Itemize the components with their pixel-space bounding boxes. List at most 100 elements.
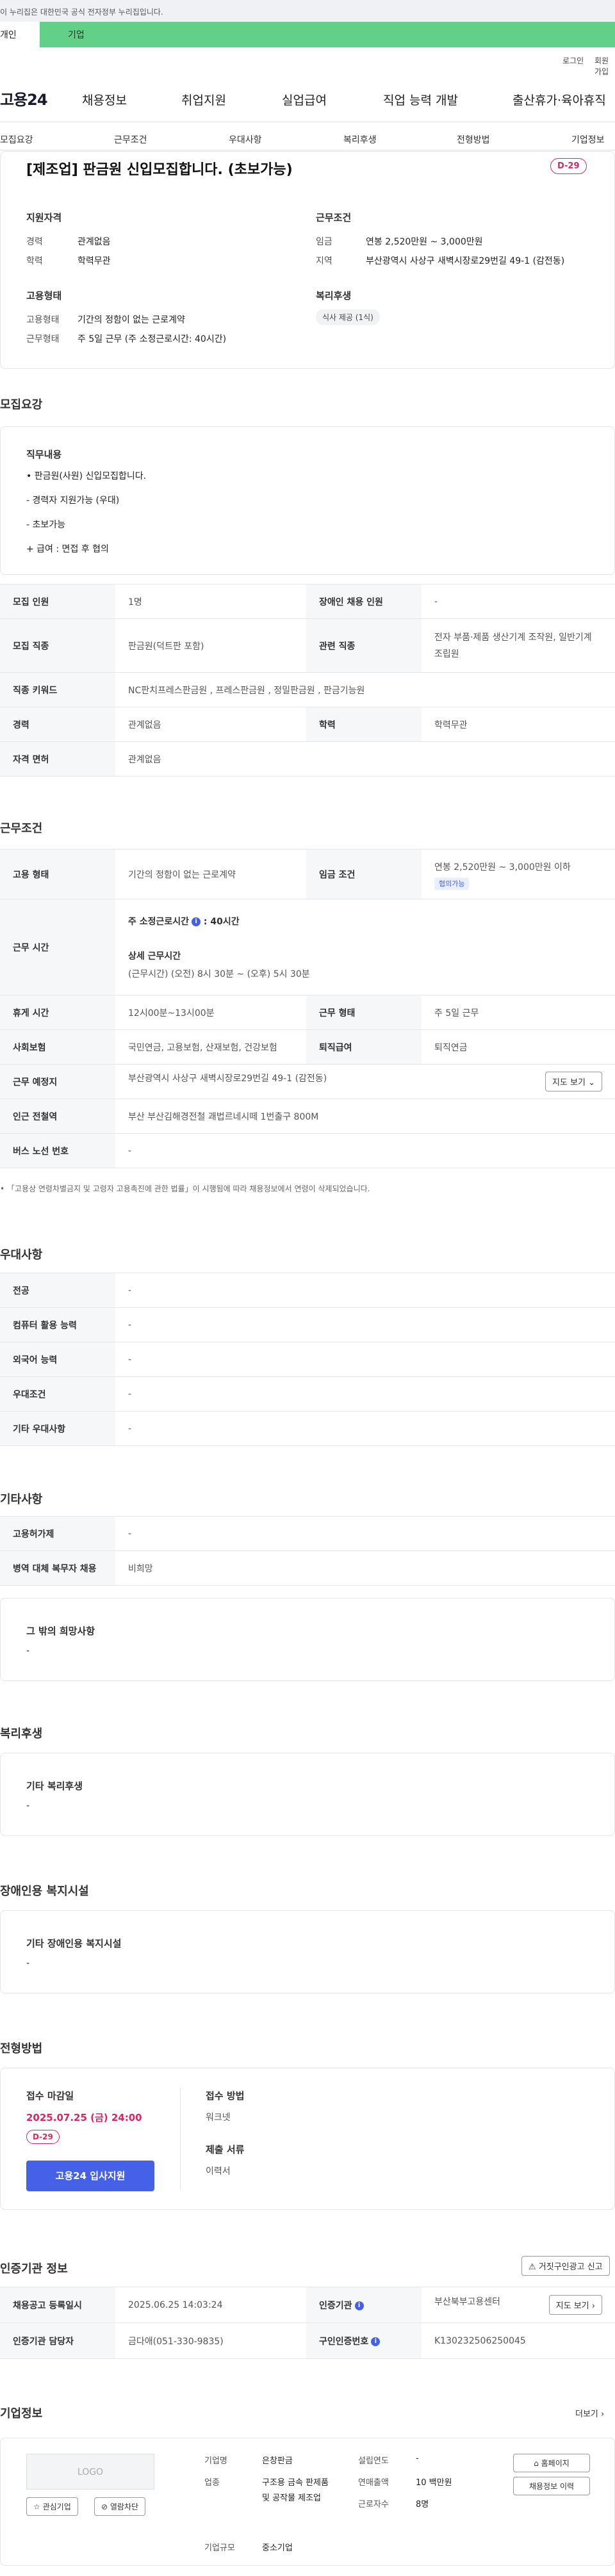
table-header-cell: 고용 형태 [0,849,115,899]
map-view-button[interactable]: 지도 보기 ⌄ [545,1072,602,1091]
welfare-box-heading: 기타 복리후생 [26,1780,83,1792]
subnav-welfare[interactable]: 복리후생 [343,133,377,146]
etc-table: 고용허가제 - 병역 대체 복무자 채용 비희망 [0,1516,615,1586]
table-row: 컴퓨터 활용 능력 - [0,1307,615,1342]
homepage-button[interactable]: ⌂ 홈페이지 [513,2454,590,2472]
sales-label: 연매출액 [358,2478,389,2488]
agency-value: 부산북부고용센터 [434,2297,501,2307]
company-name-label: 기업명 [204,2456,227,2466]
join-link[interactable]: 회원가입 [594,55,615,77]
founded-label: 설립연도 [358,2456,389,2466]
table-header-cell: 임금 조건 [306,849,422,899]
emp-type-value: 기간의 정함이 없는 근로계약 [78,315,185,325]
method-heading: 접수 방법 [206,2090,245,2102]
table-cell: 관계없음 [115,741,615,777]
table-cell: - [115,1342,615,1377]
table-header-cell: 모집 직종 [0,618,115,673]
map-view-label: 지도 보기 [552,1078,586,1088]
table-cell: 학력무관 [422,707,615,742]
report-fake-ad-button[interactable]: ⚠ 거짓구인광고 신고 [521,2256,610,2276]
career-label: 경력 [26,237,43,247]
favorite-company-button[interactable]: ☆ 관심기업 [26,2497,78,2516]
gov-banner-text: 이 누리집은 대한민국 공식 전자정부 누리집입니다. [0,8,163,17]
gnb-item-employment-support[interactable]: 취업지원 [181,91,226,108]
disability-card: 기타 장애인용 복지시설 - [0,1910,615,1993]
table-row: 자격 면허 관계없음 [0,741,615,777]
table-row: 경력 관계없음 학력 학력무관 [0,707,615,742]
gnb-item-parental-leave[interactable]: 출산휴가·육아휴직 [512,91,606,108]
subnav-process[interactable]: 전형방법 [457,133,490,146]
gnb-item-jobs[interactable]: 채용정보 [82,91,127,108]
welfare-heading: 복리후생 [316,290,352,302]
company-more-link[interactable]: 더보기 › [575,2407,604,2419]
table-row: 휴게 시간 12시00분~13시00분 근무 형태 주 5일 근무 [0,995,615,1030]
info-icon[interactable]: i [371,2337,381,2346]
block-icon: ⊘ [101,2502,108,2511]
info-icon[interactable]: i [354,2301,364,2310]
agency-map-label: 지도 보기 [555,2301,589,2311]
gnb-item-training[interactable]: 직업 능력 개발 [383,91,458,108]
agency-map-button[interactable]: 지도 보기 › [548,2295,602,2315]
emp-heading: 고용형태 [26,290,62,302]
duty-line: - 경력자 지원가능 (우대) [26,495,120,506]
tab-personal[interactable]: 개인 [0,22,40,47]
sales-value: 10 백만원 [416,2478,452,2488]
table-header-cell: 모집 인원 [0,584,115,619]
deadline-heading: 접수 마감일 [26,2090,74,2102]
weekly-hours-label: 주 소정근로시간 [128,916,190,927]
subnav-conditions[interactable]: 근무조건 [114,133,147,146]
cond-heading: 근무조건 [316,212,352,223]
work-location-value: 부산광역시 사상구 새벽시장로29번길 49-1 (감전동) [128,1074,327,1084]
login-link[interactable]: 로그인 [562,55,584,66]
info-icon[interactable]: i [192,917,201,926]
job-history-button[interactable]: 채용정보 이력 [513,2477,590,2495]
duty-heading: 직무내용 [26,449,62,460]
company-logo: LOGO [26,2454,154,2490]
user-type-tabs: 개인 기업 [0,22,615,47]
job-summary-card: [제조업] 판금원 신입모집합니다. (초보가능) D-29 지원자격 경력 관… [0,151,615,369]
apply-button[interactable]: 고용24 입사지원 [26,2161,154,2191]
conditions-table: 고용 형태 기간의 정함이 없는 근로계약 임금 조건 연봉 2,520만원 ~… [0,849,615,1168]
company-size-value: 중소기업 [262,2543,293,2553]
welfare-card: 기타 복리후생 - [0,1753,615,1836]
conditions-section-title: 근무조건 [0,822,43,835]
table-row: 우대조건 - [0,1376,615,1412]
table-header-cell: 휴게 시간 [0,995,115,1030]
table-cell: - [115,1516,615,1551]
table-header-cell: 장애인 채용 인원 [306,584,422,619]
table-header-cell: 버스 노선 번호 [0,1133,115,1168]
subnav-recruit[interactable]: 모집요강 [0,133,33,146]
welfare-badge: 식사 제공 (1식) [316,309,380,325]
table-header-cell: 근무 형태 [306,995,422,1030]
gov-banner: 이 누리집은 대한민국 공식 전자정부 누리집입니다. [0,0,615,22]
duty-line: - 초보가능 [26,520,66,530]
table-header-cell: 채용공고 등록일시 [0,2287,115,2323]
duty-line: + 급여 : 면접 후 협의 [26,544,109,554]
table-row: 버스 노선 번호 - [0,1133,615,1168]
table-cell: 주 5일 근무 [422,995,615,1030]
report-icon: ⚠ [529,2262,536,2272]
founded-value: - [416,2454,419,2463]
etc-box-heading: 그 밖의 희망사항 [26,1625,95,1637]
table-cell: 퇴직연금 [422,1029,615,1065]
site-logo[interactable]: 고용24 [0,87,48,109]
table-header-cell: 사회보험 [0,1029,115,1065]
gnb-item-unemployment-benefit[interactable]: 실업급여 [282,91,327,108]
company-more-label: 더보기 [575,2410,598,2419]
subnav-company[interactable]: 기업정보 [571,133,605,146]
age-notice: • 「고용상 연령차별금지 및 고령자 고용촉진에 관한 법률」이 시행됨에 따… [0,1184,370,1193]
wage-value: 연봉 2,520만원 ~ 3,000만원 [366,237,483,247]
table-cell: - [422,584,615,619]
table-row: 근무 예정지 부산광역시 사상구 새벽시장로29번길 49-1 (감전동) 지도… [0,1064,615,1099]
tab-business[interactable]: 기업 [40,22,615,47]
table-row: 인근 전철역 부산 부산김해경전철 괘법르네시떼 1번출구 800M [0,1099,615,1134]
block-view-button[interactable]: ⊘ 열람차단 [94,2497,146,2516]
table-header-cell: 근무 시간 [0,899,115,995]
notice-no-label: 구인인증번호 [319,2336,369,2347]
subnav-preference[interactable]: 우대사항 [229,133,262,146]
report-label: 거짓구인광고 신고 [538,2262,603,2272]
table-header-cell: 인증기관 담당자 [0,2322,115,2359]
process-divider [180,2088,181,2190]
company-name-value: 은창판금 [262,2456,293,2466]
table-header-cell: 전공 [0,1273,115,1308]
